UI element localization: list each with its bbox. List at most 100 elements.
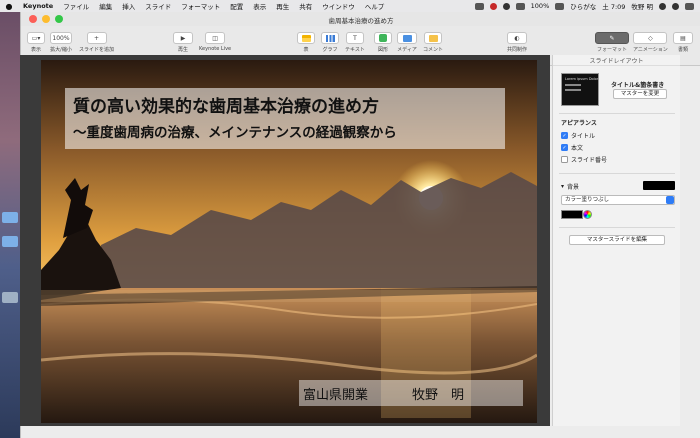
box-icon[interactable]	[474, 2, 484, 10]
menu-insert[interactable]: 挿入	[117, 1, 140, 11]
shape-button[interactable]: 図形	[374, 32, 392, 53]
collaborate-button[interactable]: ◐ 共同制作	[507, 32, 527, 53]
shape-label: 図形	[377, 47, 388, 53]
text-label: テキスト	[345, 47, 365, 53]
change-master-button[interactable]: マスターを変更	[613, 89, 667, 99]
menu-share[interactable]: 共有	[294, 1, 317, 11]
background-heading[interactable]: ▾ 背景	[561, 182, 579, 191]
title-checkbox-row[interactable]: ✓ タイトル	[561, 131, 595, 140]
file-icon[interactable]	[2, 292, 18, 303]
status-area: 100% ひらがな 土 7:09 牧野 明	[474, 1, 700, 11]
table-label: 表	[303, 47, 309, 53]
table-icon	[301, 34, 311, 42]
body-checkbox-row[interactable]: ✓ 本文	[561, 143, 583, 152]
layout-preview[interactable]: Lorem ipsum Dolor	[561, 73, 599, 106]
chevron-updown-icon[interactable]	[666, 196, 674, 204]
screen: ● Keynote ファイル 編集 挿入 スライド フォーマット 配置 表示 再…	[0, 0, 700, 438]
media-button-face[interactable]	[397, 32, 417, 44]
menu-file[interactable]: ファイル	[58, 1, 94, 11]
apple-icon[interactable]: ●	[0, 2, 18, 11]
menu-help[interactable]: ヘルプ	[360, 1, 390, 11]
play-button[interactable]: ▶ 再生	[173, 32, 193, 53]
format-button[interactable]: ✎ フォーマット	[595, 32, 629, 53]
disclosure-triangle-icon[interactable]: ▾	[561, 183, 564, 190]
wifi-icon[interactable]	[515, 2, 525, 10]
checkbox-unchecked-icon[interactable]	[561, 156, 568, 163]
menu-play[interactable]: 再生	[271, 1, 294, 11]
table-button-face[interactable]	[297, 32, 315, 44]
menu-arrange[interactable]: 配置	[225, 1, 248, 11]
menu-app-name[interactable]: Keynote	[18, 2, 58, 10]
comment-button-face[interactable]	[424, 32, 442, 44]
play-icon[interactable]: ▶	[173, 32, 193, 44]
slide-title[interactable]: 質の高い効果的な歯周基本治療の進め方	[73, 92, 497, 117]
comment-button[interactable]: コメント	[423, 32, 443, 53]
layout-thumbnail[interactable]: Lorem ipsum Dolor	[561, 73, 599, 106]
document-icon[interactable]: ▤	[673, 32, 693, 44]
media-button[interactable]: メディア	[397, 32, 417, 53]
zoom-select[interactable]: 100%	[50, 32, 72, 44]
add-slide-button[interactable]: + スライドを追加	[79, 32, 114, 53]
checkbox-checked-icon[interactable]: ✓	[561, 144, 568, 151]
menu-view[interactable]: 表示	[248, 1, 271, 11]
collaborate-label: 共同制作	[507, 47, 528, 53]
text-icon[interactable]: T	[345, 32, 364, 44]
document-title: 歯周基本治療の進め方	[328, 17, 394, 25]
battery-percent: 100%	[530, 2, 550, 10]
plus-icon[interactable]: +	[86, 32, 107, 44]
edit-master-slide-button[interactable]: マスタースライドを編集	[569, 235, 665, 245]
divider	[559, 173, 675, 174]
text-button[interactable]: T テキスト	[345, 32, 365, 53]
chart-button-face[interactable]	[321, 32, 339, 44]
format-label: フォーマット	[596, 47, 627, 53]
clock[interactable]: 土 7:09	[602, 1, 625, 11]
slide-number-checkbox-label: スライド番号	[571, 157, 608, 164]
slide-canvas[interactable]: 質の高い効果的な歯周基本治療の進め方 〜重度歯周病の治療、メインテナンスの経過観…	[20, 55, 550, 426]
slide-subtitle[interactable]: 〜重度歯周病の治療、メインテナンスの経過観察から	[73, 121, 497, 141]
divider	[559, 113, 675, 114]
folder-icon[interactable]	[2, 236, 18, 247]
slide[interactable]: 質の高い効果的な歯周基本治療の進め方 〜重度歯周病の治療、メインテナンスの経過観…	[41, 60, 537, 423]
notification-center-icon[interactable]	[685, 2, 694, 10]
color-wheel-icon[interactable]	[583, 210, 592, 219]
presenter-box[interactable]: 富山県開業 牧野 明	[299, 380, 523, 406]
keynote-live-icon[interactable]: ◫	[205, 32, 226, 44]
slide-number-checkbox-row[interactable]: スライド番号	[561, 155, 607, 164]
record-icon[interactable]	[489, 2, 497, 10]
background-color-swatch[interactable]	[643, 181, 675, 190]
body-checkbox-label: 本文	[571, 145, 584, 152]
chart-button[interactable]: グラフ	[321, 32, 339, 53]
keynote-live-button[interactable]: ◫ Keynote Live	[199, 32, 231, 52]
menu-format[interactable]: フォーマット	[176, 1, 225, 11]
sidebar-icon[interactable]: ▭▾	[27, 32, 45, 44]
menu-slide[interactable]: スライド	[140, 1, 176, 11]
menu-edit[interactable]: 編集	[94, 1, 117, 11]
divider	[559, 227, 675, 228]
presenter-organization[interactable]: 富山県開業	[303, 384, 368, 403]
chart-icon	[325, 34, 335, 42]
siri-icon[interactable]	[672, 2, 679, 10]
checkbox-checked-icon[interactable]: ✓	[561, 132, 568, 139]
table-button[interactable]: 表	[297, 32, 315, 53]
document-button[interactable]: ▤ 書類	[673, 32, 693, 53]
animate-button[interactable]: ◇ アニメーション	[633, 32, 668, 53]
animate-icon[interactable]: ◇	[633, 32, 668, 44]
input-mode[interactable]: ひらがな	[570, 1, 596, 11]
battery-icon[interactable]	[555, 2, 565, 10]
shape-button-face[interactable]	[374, 32, 392, 44]
background-label: 背景	[567, 184, 580, 191]
dropbox-icon[interactable]	[502, 2, 510, 10]
zoom-control[interactable]: 100% 拡大/縮小	[50, 32, 72, 53]
search-icon[interactable]	[659, 2, 666, 10]
collaborate-icon[interactable]: ◐	[507, 32, 527, 44]
menu-window[interactable]: ウインドウ	[317, 1, 360, 11]
inspector-tab[interactable]: スライドレイアウト	[553, 55, 680, 66]
slide-title-box[interactable]: 質の高い効果的な歯周基本治療の進め方 〜重度歯周病の治療、メインテナンスの経過観…	[65, 88, 505, 149]
view-control[interactable]: ▭▾ 表示	[27, 32, 45, 53]
fill-color-well[interactable]	[561, 210, 583, 219]
user-name[interactable]: 牧野 明	[631, 1, 653, 11]
presenter-name[interactable]: 牧野 明	[412, 384, 464, 403]
folder-icon[interactable]	[2, 212, 18, 223]
fill-type-select[interactable]: カラー塗りつぶし	[561, 195, 675, 205]
paintbrush-icon[interactable]: ✎	[595, 32, 629, 44]
